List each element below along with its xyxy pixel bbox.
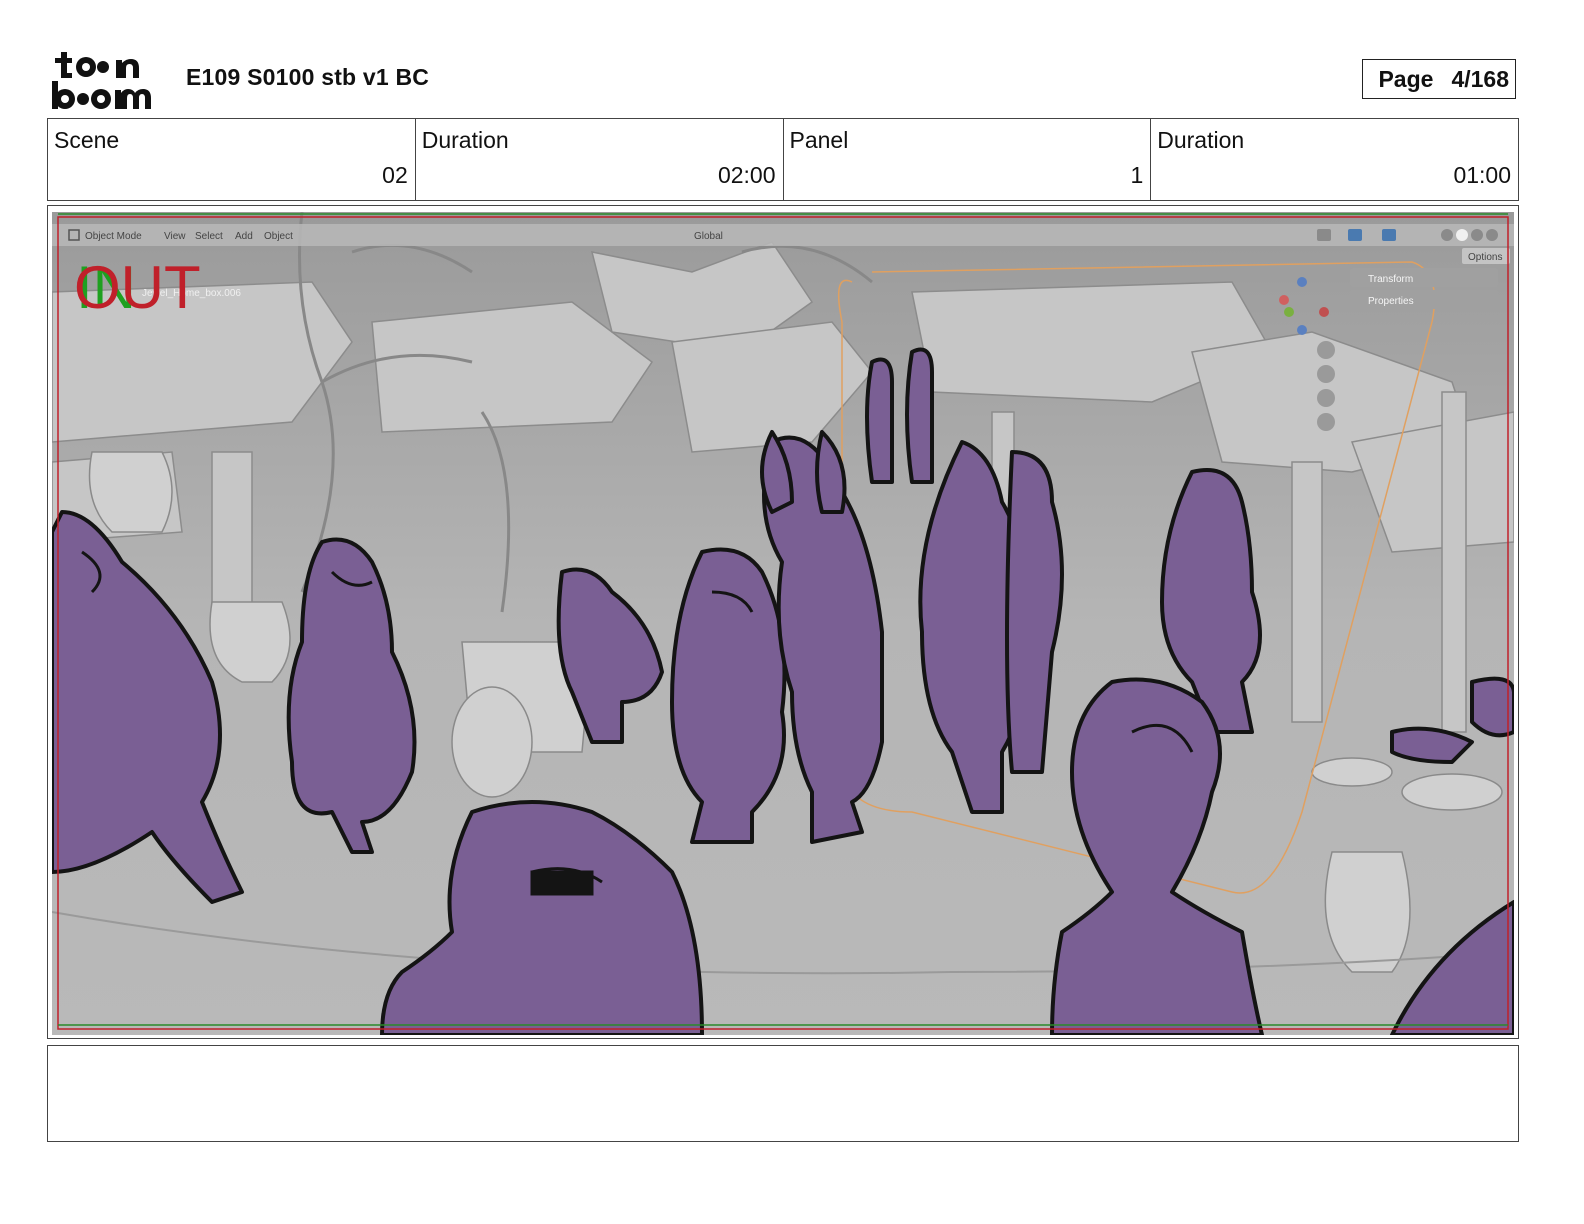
page-indicator: Page 4/168 <box>1362 59 1516 99</box>
panel-notes-box <box>47 1045 1519 1142</box>
sidebar-transform-label: Transform <box>1368 274 1413 285</box>
panel-label: Panel <box>789 127 849 153</box>
viewport-mode-text[interactable]: Object Mode <box>85 231 142 242</box>
scene-duration-label: Duration <box>421 127 509 153</box>
scene-duration-value: 02:00 <box>717 162 776 188</box>
panel-info-row: Scene 02 Duration 02:00 Panel 1 Duration… <box>47 118 1519 201</box>
scene-label: Scene <box>54 127 120 153</box>
page-label: Page <box>1378 65 1434 92</box>
panel-duration-label: Duration <box>1157 127 1245 153</box>
viewport-menu-object[interactable]: Object <box>264 231 293 242</box>
panel-value: 1 <box>1130 162 1144 188</box>
viewport-menu-view[interactable]: View <box>164 231 186 242</box>
panel-cell: Panel 1 <box>784 119 1152 200</box>
out-marker-text: OUT <box>74 254 201 321</box>
viewport-menu-add[interactable]: Add <box>235 231 253 242</box>
scene-duration-cell: Duration 02:00 <box>416 119 784 200</box>
sidebar-properties-label: Properties <box>1368 296 1414 307</box>
page-number: 4/168 <box>1451 65 1509 92</box>
scene-value: 02 <box>382 162 408 188</box>
viewport-options-label: Options <box>1468 252 1502 263</box>
viewport-menu-select[interactable]: Select <box>195 231 223 242</box>
storyboard-panel-image: Object Mode View Select Add Object Globa… <box>52 212 1514 1035</box>
panel-duration-value: 01:00 <box>1453 162 1511 188</box>
toon-boom-logo <box>52 52 151 109</box>
transform-orientation-dropdown[interactable]: Global <box>694 231 723 242</box>
scene-cell: Scene 02 <box>48 119 416 200</box>
document-title: E109 S0100 stb v1 BC <box>186 64 430 90</box>
panel-duration-cell: Duration 01:00 <box>1151 119 1518 200</box>
